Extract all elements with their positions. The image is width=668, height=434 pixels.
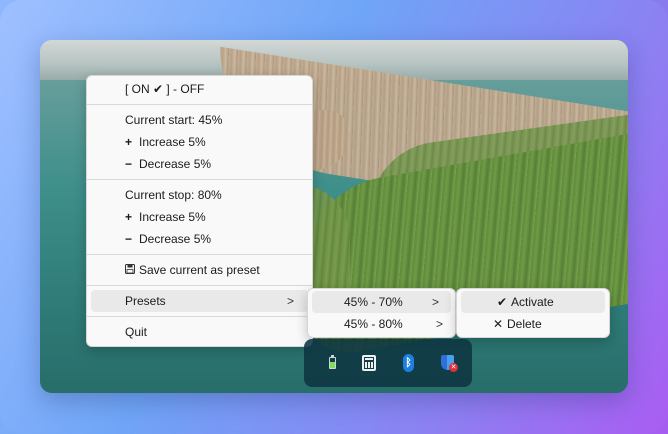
calculator-icon[interactable]: [359, 353, 379, 373]
battery-icon[interactable]: [322, 353, 342, 373]
chevron-right-icon: >: [431, 295, 439, 309]
preset-item[interactable]: 45% - 70% >: [312, 291, 451, 313]
menu-separator: [87, 104, 312, 105]
menu-separator: [87, 179, 312, 180]
delete-label: Delete: [507, 317, 542, 331]
activate-label: Activate: [511, 295, 554, 309]
increase-start-label: Increase 5%: [139, 135, 206, 149]
preset-actions-submenu: ✔ Activate ✕ Delete: [456, 288, 610, 338]
current-stop-item: Current stop: 80%: [87, 184, 312, 206]
toggle-on-off-item[interactable]: [ ON ✔ ] - OFF: [87, 78, 312, 100]
decrease-stop-label: Decrease 5%: [139, 232, 212, 246]
preset-item[interactable]: 45% - 80% >: [308, 313, 455, 335]
current-stop-label: Current stop: 80%: [125, 188, 222, 202]
quit-label: Quit: [125, 325, 148, 339]
quit-item[interactable]: Quit: [87, 321, 312, 343]
cross-icon: ✕: [493, 317, 504, 331]
alert-x-icon: ✕: [449, 363, 458, 372]
preset-label: 45% - 80%: [344, 317, 403, 331]
presets-label: Presets: [125, 294, 166, 308]
delete-preset-item[interactable]: ✕ Delete: [457, 313, 609, 335]
calculator-screen: [365, 358, 373, 360]
increase-stop-item[interactable]: + Increase 5%: [87, 206, 312, 228]
preset-label: 45% - 70%: [344, 295, 403, 309]
system-tray-overflow: ᛒ ✕: [304, 339, 472, 387]
minus-icon: −: [125, 232, 133, 246]
increase-stop-label: Increase 5%: [139, 210, 206, 224]
menu-separator: [87, 254, 312, 255]
minus-icon: −: [125, 157, 133, 171]
bluetooth-icon[interactable]: ᛒ: [398, 353, 418, 373]
bluetooth-symbol: ᛒ: [405, 357, 412, 369]
security-shield-icon[interactable]: ✕: [438, 353, 458, 373]
current-start-label: Current start: 45%: [125, 113, 223, 127]
toggle-label: [ ON ✔ ] - OFF: [125, 82, 205, 96]
battery-fill: [330, 362, 335, 368]
calculator-keys: [365, 362, 373, 368]
decrease-start-label: Decrease 5%: [139, 157, 212, 171]
plus-icon: +: [125, 135, 133, 149]
decrease-start-item[interactable]: − Decrease 5%: [87, 153, 312, 175]
tray-context-menu: [ ON ✔ ] - OFF Current start: 45% + Incre…: [86, 75, 313, 347]
chevron-right-icon: >: [435, 317, 443, 331]
floppy-disk-icon: [125, 259, 139, 281]
check-icon: ✔: [497, 295, 508, 309]
save-preset-item[interactable]: Save current as preset: [87, 259, 312, 281]
activate-preset-item[interactable]: ✔ Activate: [461, 291, 605, 313]
menu-separator: [87, 285, 312, 286]
current-start-item: Current start: 45%: [87, 109, 312, 131]
save-preset-label: Save current as preset: [139, 263, 260, 277]
decrease-stop-item[interactable]: − Decrease 5%: [87, 228, 312, 250]
plus-icon: +: [125, 210, 133, 224]
presets-submenu: 45% - 70% > 45% - 80% >: [307, 288, 456, 338]
chevron-right-icon: >: [286, 294, 294, 308]
menu-separator: [87, 316, 312, 317]
increase-start-item[interactable]: + Increase 5%: [87, 131, 312, 153]
presets-item[interactable]: Presets >: [91, 290, 308, 312]
